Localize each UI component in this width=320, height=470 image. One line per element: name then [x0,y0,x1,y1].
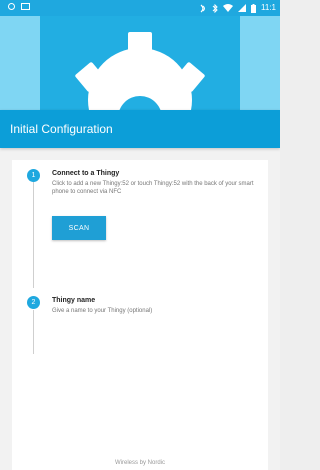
footer-text: Wireless by Nordic [114,460,165,466]
step-description: Click to add a new Thingy:52 or touch Th… [52,181,254,195]
signal-icon [238,4,247,12]
status-time: 11:1 [261,3,276,12]
battery-icon [251,3,257,13]
app-screen: 11:1 Initial Configuration 1 Connect to … [0,0,280,470]
header-hero [0,16,280,110]
hero-left-panel [0,16,40,110]
step-number-badge: 1 [27,169,40,182]
bluetooth-icon [212,3,218,13]
step-title: Thingy name [52,297,96,304]
page-title: Initial Configuration [10,122,113,136]
nfc-icon [200,4,206,12]
status-bar-right: 11:1 [199,3,276,13]
image-icon [21,3,30,10]
step-connector-line [33,182,34,288]
gear-icon [75,32,205,110]
status-bar: 11:1 [0,0,280,16]
step-title: Connect to a Thingy [52,170,120,177]
configuration-card: 1 Connect to a Thingy Click to add a new… [12,160,268,470]
status-bar-left [8,3,30,10]
step-description: Give a name to your Thingy (optional) [52,308,153,314]
step-number-badge: 2 [27,296,40,309]
step-connect: 1 Connect to a Thingy Click to add a new… [12,168,268,278]
step-thingy-name: 2 Thingy name Give a name to your Thingy… [12,295,268,355]
hero-right-panel [240,16,280,110]
scan-button[interactable]: SCAN [52,216,106,240]
wifi-icon [223,4,234,12]
step-connector-line [33,310,34,354]
app-toolbar: Initial Configuration [0,110,280,148]
record-icon [8,3,15,10]
